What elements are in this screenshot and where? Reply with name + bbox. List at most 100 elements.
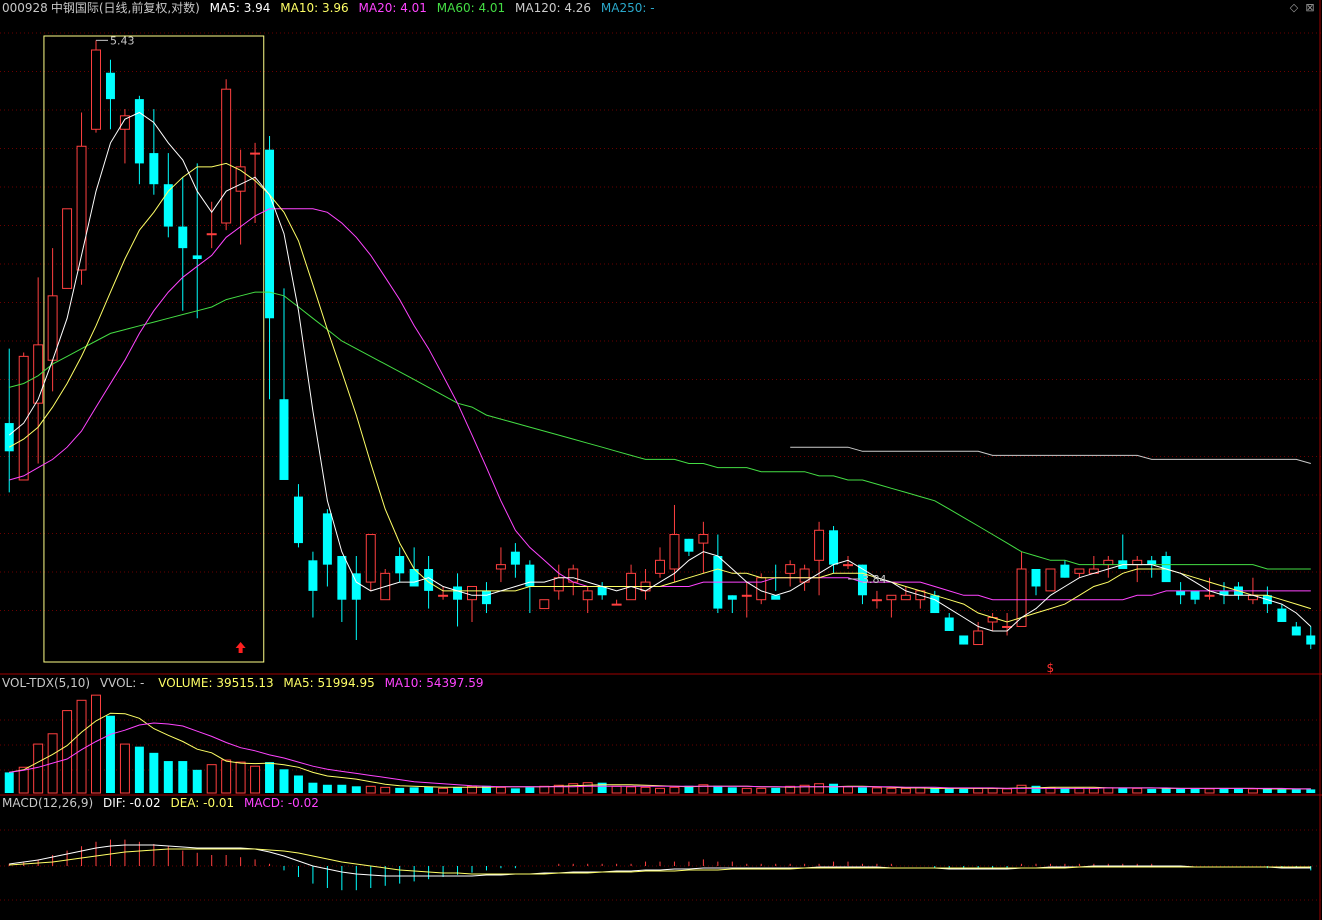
volume-bar xyxy=(453,787,463,793)
volume-bar xyxy=(727,787,737,793)
volume-bar xyxy=(178,761,188,793)
candle-body xyxy=(684,538,694,552)
volume-bar xyxy=(163,761,173,793)
volume-bar xyxy=(829,783,839,793)
volume-bar xyxy=(1161,788,1171,793)
volume-bar xyxy=(611,785,622,794)
high-price-label: 5.43 xyxy=(110,34,135,47)
candle-body xyxy=(365,534,376,583)
volume-ma5-line xyxy=(9,712,1311,790)
volume-bar xyxy=(1132,787,1143,794)
price-panel-header: 000928 中钢国际(日线,前复权,对数) MA5: 3.94 MA10: 3.… xyxy=(2,0,661,16)
volume-bar xyxy=(76,699,87,794)
candle-body xyxy=(886,594,897,601)
candle-body xyxy=(944,617,954,631)
candle-body xyxy=(76,145,87,271)
volume-bar xyxy=(959,788,969,793)
volume-bar xyxy=(380,786,391,794)
candle-body xyxy=(698,534,709,544)
ma250-readout: MA250: - xyxy=(600,1,655,15)
volume-bar xyxy=(640,786,651,794)
candle-body xyxy=(453,586,463,600)
volume-bar xyxy=(669,786,680,794)
volume-bar xyxy=(438,787,449,794)
volume-bar xyxy=(235,761,246,794)
candle-body xyxy=(337,555,347,600)
volume-bar xyxy=(1190,788,1200,793)
ma120-line xyxy=(790,446,1311,464)
ma60-readout: MA60: 4.01 xyxy=(436,1,506,15)
candle-body xyxy=(1103,559,1114,566)
candle-body xyxy=(1291,626,1301,636)
diamond-icon[interactable]: ◇ xyxy=(1288,2,1300,14)
volume-bar xyxy=(105,715,115,793)
volume-bar xyxy=(1016,784,1027,794)
volume-bar xyxy=(221,759,232,794)
ma20-line xyxy=(9,208,1311,601)
volume-bar xyxy=(843,786,853,794)
candle-body xyxy=(930,595,940,614)
candle-body xyxy=(308,560,318,591)
volume-bar xyxy=(886,787,897,794)
volume-bar xyxy=(119,743,130,794)
volume-bar xyxy=(395,787,405,793)
volume-bar xyxy=(149,752,159,793)
volume-bar xyxy=(713,785,723,793)
candle-body xyxy=(221,88,232,224)
candle-body xyxy=(495,564,506,570)
low-price-label: 3.84 xyxy=(862,573,887,586)
volume-bar xyxy=(944,788,954,793)
volume-bar xyxy=(250,765,261,794)
candle-body xyxy=(1060,564,1070,578)
volume-bar xyxy=(365,785,376,794)
stock-code: 000928 xyxy=(2,1,48,15)
candle-body xyxy=(553,577,564,592)
volume-bar xyxy=(626,786,637,794)
stock-chart[interactable]: 5.43 3.84 $ xyxy=(0,0,1322,920)
macd-panel-header: MACD(12,26,9) DIF: -0.02 DEA: -0.01 MACD… xyxy=(2,795,325,811)
candle-body xyxy=(322,513,332,565)
collapse-icon[interactable]: ⊠ xyxy=(1304,2,1316,14)
volume-bar xyxy=(206,764,217,794)
volume-bar xyxy=(192,769,202,793)
candle-body xyxy=(1176,590,1186,596)
volume-bar xyxy=(1060,788,1070,793)
stock-name: 中钢国际 xyxy=(50,1,99,15)
volume-bar xyxy=(351,786,361,793)
candle-body xyxy=(134,99,144,164)
candle-body xyxy=(973,630,984,646)
volume-bar xyxy=(1233,788,1243,793)
candle-body xyxy=(871,599,882,602)
volume-bar xyxy=(134,746,144,793)
candle-body xyxy=(843,564,853,567)
candle-body xyxy=(1031,568,1041,587)
vol-ma5-readout: MA5: 51994.95 xyxy=(283,676,375,690)
candle-body xyxy=(105,72,115,100)
candle-body xyxy=(178,226,188,249)
candle-body xyxy=(669,534,680,570)
candle-body xyxy=(1074,568,1085,574)
signal-dollar-icon: $ xyxy=(1046,661,1054,675)
candle-body xyxy=(1002,625,1013,628)
ma5-readout: MA5: 3.94 xyxy=(209,1,271,15)
volume-bar xyxy=(1147,788,1157,793)
volume-ma10-line xyxy=(9,722,1311,790)
ma60-line xyxy=(9,291,1311,570)
candle-body xyxy=(351,573,361,600)
volume-bar xyxy=(62,710,73,794)
volume-bar xyxy=(91,694,101,794)
candle-body xyxy=(539,599,550,610)
volume-bar xyxy=(308,782,318,793)
volume-bar xyxy=(337,784,347,793)
volume-bar xyxy=(322,784,332,793)
volume-bar xyxy=(1176,788,1186,793)
candle-body xyxy=(582,590,593,601)
candle-body xyxy=(727,595,737,600)
volume-bar xyxy=(1002,788,1013,794)
volume-bar xyxy=(1306,789,1316,793)
volume-bar xyxy=(568,783,579,794)
volume-bar xyxy=(495,786,506,794)
candle-body xyxy=(611,603,622,606)
candle-body xyxy=(206,233,217,236)
volume-bar xyxy=(293,775,303,793)
